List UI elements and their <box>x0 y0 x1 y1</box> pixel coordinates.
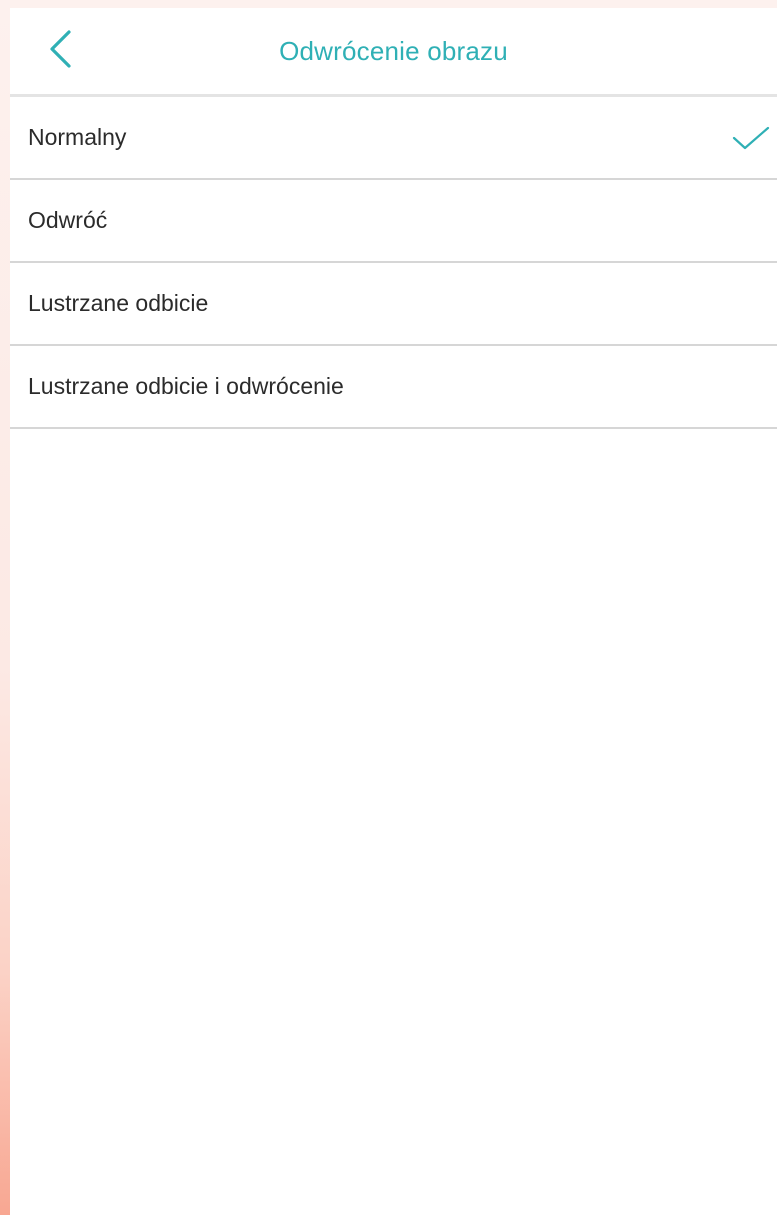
chevron-left-icon <box>50 30 71 68</box>
checkmark-icon <box>732 126 770 149</box>
back-button[interactable] <box>38 27 82 71</box>
background-edge-left <box>0 0 10 1215</box>
background-edge-top <box>0 0 777 8</box>
option-flip[interactable]: Odwróć <box>10 180 777 263</box>
option-label: Normalny <box>28 124 127 150</box>
option-label: Lustrzane odbicie i odwrócenie <box>28 373 344 399</box>
option-label: Odwróć <box>28 207 108 233</box>
option-normal[interactable]: Normalny <box>10 97 777 180</box>
option-mirror[interactable]: Lustrzane odbicie <box>10 263 777 346</box>
flip-options-list: Normalny Odwróć Lustrzane odbicie Lustrz… <box>10 97 777 429</box>
option-label: Lustrzane odbicie <box>28 290 209 316</box>
top-bar: Odwrócenie obrazu <box>10 8 777 97</box>
option-mirror-and-flip[interactable]: Lustrzane odbicie i odwrócenie <box>10 346 777 429</box>
page-title: Odwrócenie obrazu <box>279 35 508 66</box>
app-screen: Odwrócenie obrazu Normalny Odwróć Lustrz… <box>10 8 777 1215</box>
